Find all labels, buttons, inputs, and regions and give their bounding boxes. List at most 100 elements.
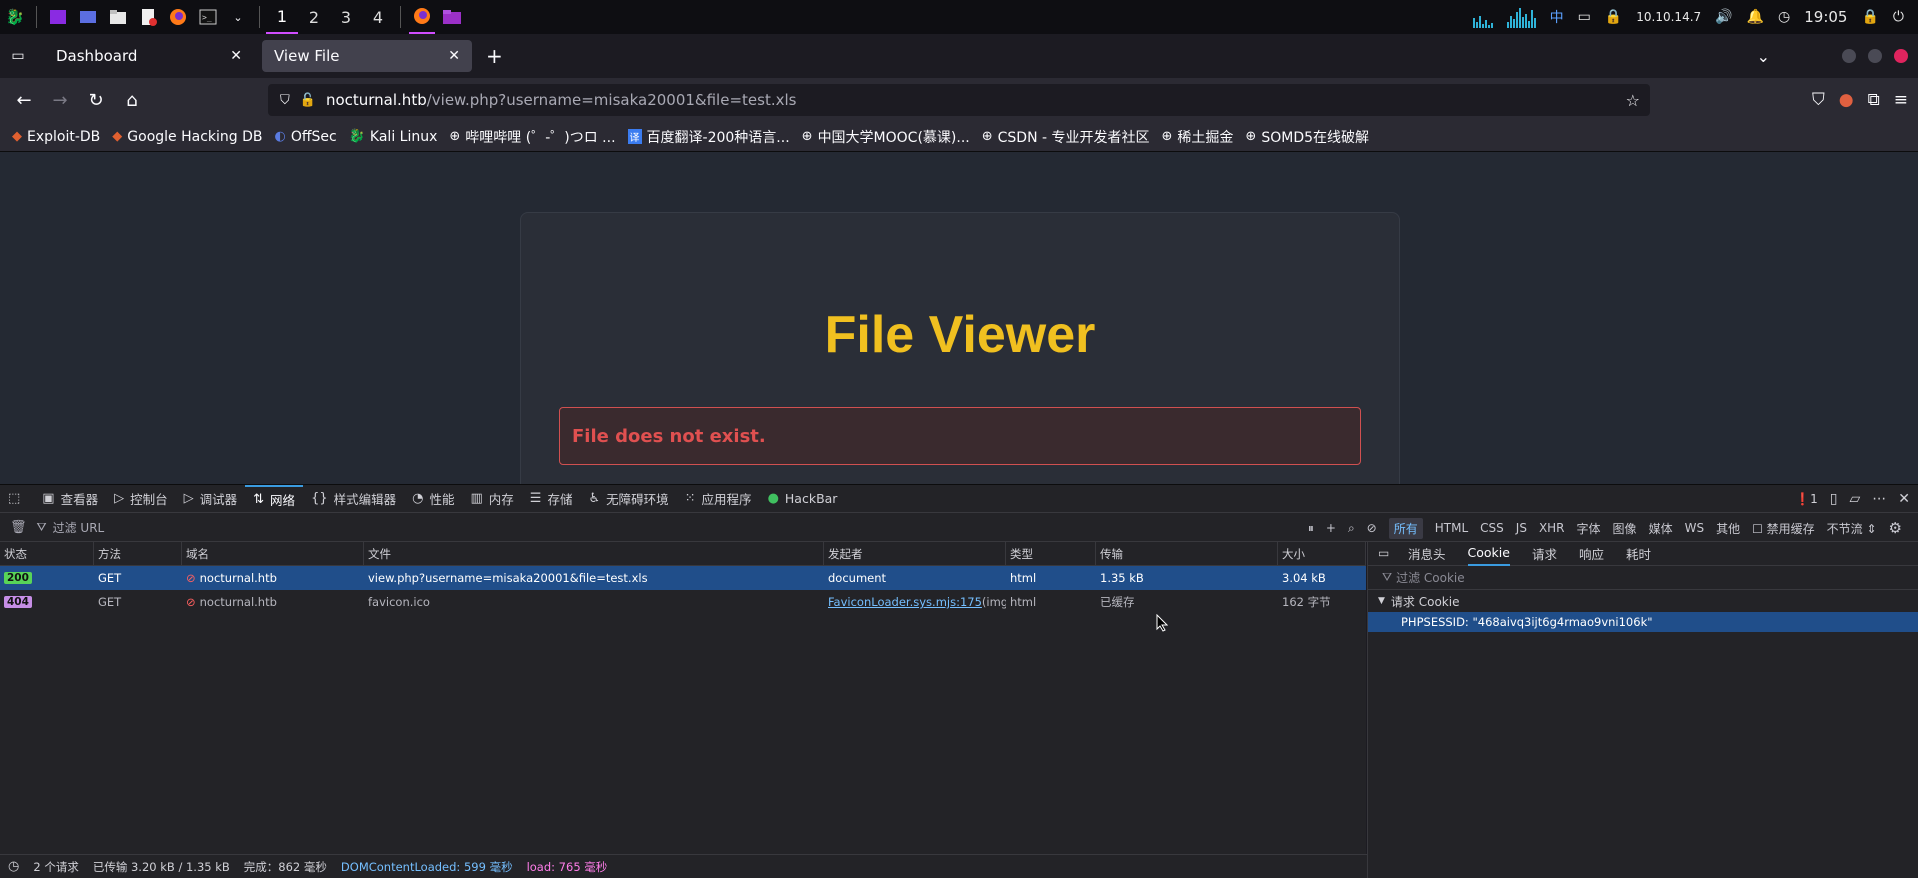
tab-view-file[interactable]: View File ✕ [262,40,472,72]
tab-timings[interactable]: 耗时 [1626,544,1651,563]
network-settings-gear-icon[interactable]: ⚙ [1889,519,1902,537]
tab-request[interactable]: 请求 [1532,544,1557,563]
bookmark-mooc[interactable]: ⊕ 中国大学MOOC(慕课)... [802,127,970,147]
workspace-2[interactable]: 2 [298,0,330,34]
tab-network[interactable]: ⇅ 网络 [245,484,304,513]
col-initiator[interactable]: 发起者 [824,542,1006,566]
reload-icon[interactable]: ↻ [78,82,114,118]
tab-style-editor[interactable]: {} 样式编辑器 [303,485,404,513]
error-counter[interactable]: ❗1 [1795,492,1818,506]
filter-images[interactable]: 图像 [1613,520,1637,537]
bookmark-ghdb[interactable]: ◆ Google Hacking DB [112,129,262,145]
bookmark-kali[interactable]: 🐉 Kali Linux [349,129,438,145]
close-window-button[interactable] [1894,49,1908,63]
volume-icon[interactable]: 🔊 [1715,9,1732,25]
col-type[interactable]: 类型 [1006,542,1096,566]
tab-accessibility[interactable]: ♿ 无障碍环境 [580,485,676,513]
pocket-icon[interactable]: ⛉ [1812,90,1825,110]
display-icon[interactable]: ▭ [1578,9,1591,25]
filter-ws[interactable]: WS [1685,521,1704,535]
bookmark-star-icon[interactable]: ☆ [1626,91,1640,110]
text-editor-icon[interactable] [135,4,161,30]
filter-js[interactable]: JS [1516,521,1527,535]
table-row[interactable]: 404 GET ⊘ nocturnal.htb favicon.ico Favic… [0,590,1366,614]
filter-url-input[interactable]: 过滤 URL [53,519,1253,536]
home-icon[interactable]: ⌂ [114,82,150,118]
site-info-icon[interactable]: 🔓 [300,93,316,108]
col-file[interactable]: 文件 [364,542,824,566]
more-options-icon[interactable]: ⋯ [1872,491,1886,507]
shield-icon[interactable]: ⛉ [280,93,290,108]
bookmark-exploit-db[interactable]: ◆ Exploit-DB [12,129,100,145]
filter-all[interactable]: 所有 [1388,517,1423,539]
add-filter-icon[interactable]: + [1326,521,1336,535]
bookmark-offsec[interactable]: ◐ OffSec [275,129,337,145]
forward-icon[interactable]: → [42,82,78,118]
tab-dashboard[interactable]: Dashboard ✕ [44,40,254,72]
col-transfer[interactable]: 传输 [1096,542,1278,566]
tab-application[interactable]: ⁙ 应用程序 [677,485,760,513]
tab-console[interactable]: ▷ 控制台 [106,485,176,513]
terminal-launcher-icon[interactable] [45,4,71,30]
new-tab-icon[interactable]: + [486,44,503,68]
tab-storage[interactable]: ☰ 存储 [522,485,581,513]
block-icon[interactable]: ⊘ [1367,521,1377,535]
col-status[interactable]: 状态 [0,542,94,566]
ime-indicator[interactable]: 中 [1550,7,1564,27]
clock[interactable]: 19:05 [1804,8,1847,26]
filter-fonts[interactable]: 字体 [1577,520,1601,537]
filter-media[interactable]: 媒体 [1649,520,1673,537]
clear-requests-icon[interactable]: 🗑 [10,520,27,535]
tab-inspector[interactable]: ▣ 查看器 [34,485,106,513]
initiator-link[interactable]: FaviconLoader.sys.mjs:175 [828,595,982,609]
firefox-window-icon[interactable] [409,0,435,34]
workspace-3[interactable]: 3 [330,0,362,34]
col-domain[interactable]: 域名 [182,542,364,566]
search-icon[interactable]: ⌕ [1348,521,1355,536]
power-icon[interactable]: ⏻ [1893,9,1904,25]
toggle-panel-icon[interactable]: ▭ [1378,546,1389,560]
bookmark-bilibili[interactable]: ⊕ 哔哩哔哩 (゜-゜)つロ ... [449,127,615,147]
cookie-row[interactable]: PHPSESSID: "468aivq3ijt6g4rmao9vni106k" [1368,612,1918,632]
bookmark-baidu-translate[interactable]: 译百度翻译-200种语言... [627,127,790,147]
bookmark-juejin[interactable]: ⊕ 稀土掘金 [1162,127,1234,147]
close-devtools-icon[interactable]: ✕ [1898,491,1910,507]
tab-headers[interactable]: 消息头 [1408,544,1446,563]
request-cookie-section[interactable]: ▼ 请求 Cookie [1368,590,1918,612]
lock-screen-icon[interactable]: 🔒 [1861,9,1878,25]
cookie-filter-input[interactable]: ⛛ 过滤 Cookie [1368,566,1918,590]
kali-menu-icon[interactable]: 🐉 [2,4,28,30]
tab-performance[interactable]: ◔ 性能 [404,485,462,513]
close-tab-icon[interactable]: ✕ [230,48,242,64]
tab-hackbar[interactable]: ● HackBar [760,485,846,513]
responsive-design-icon[interactable]: ▱ [1849,491,1860,507]
filter-css[interactable]: CSS [1480,521,1504,535]
tab-response[interactable]: 响应 [1579,544,1604,563]
close-tab-icon[interactable]: ✕ [448,48,460,64]
extension-hackbar-icon[interactable]: ● [1839,90,1854,110]
tab-cookies[interactable]: Cookie [1467,542,1510,566]
firefox-launcher-icon[interactable] [165,4,191,30]
throttle-select[interactable]: 不节流 ⇕ [1827,520,1877,537]
disable-cache-checkbox[interactable]: ☐ 禁用缓存 [1752,520,1815,537]
chevron-down-icon[interactable]: ⌄ [225,4,251,30]
workspace-4[interactable]: 4 [362,0,394,34]
terminal-icon[interactable]: >_ [195,4,221,30]
col-size[interactable]: 大小 [1278,542,1366,566]
file-manager-icon[interactable] [105,4,131,30]
col-method[interactable]: 方法 [94,542,182,566]
url-bar[interactable]: ⛉ 🔓 nocturnal.htb/view.php?username=misa… [268,84,1650,116]
minimize-button[interactable] [1842,49,1856,63]
element-picker-icon[interactable]: ⬚ [0,485,34,513]
pause-icon[interactable]: ⏸ [1308,521,1314,536]
maximize-button[interactable] [1868,49,1882,63]
filter-html[interactable]: HTML [1435,521,1468,535]
filter-other[interactable]: 其他 [1716,520,1740,537]
workspace-switch-icon[interactable] [75,4,101,30]
workspace-1[interactable]: 1 [266,0,298,34]
tab-list-chevron-icon[interactable]: ⌄ [1757,47,1770,66]
folder-window-icon[interactable] [439,4,465,30]
table-row[interactable]: 200 GET ⊘ nocturnal.htb view.php?username… [0,566,1366,590]
tab-debugger[interactable]: ▷ 调试器 [176,485,246,513]
bookmark-csdn[interactable]: ⊕ CSDN - 专业开发者社区 [982,127,1150,147]
